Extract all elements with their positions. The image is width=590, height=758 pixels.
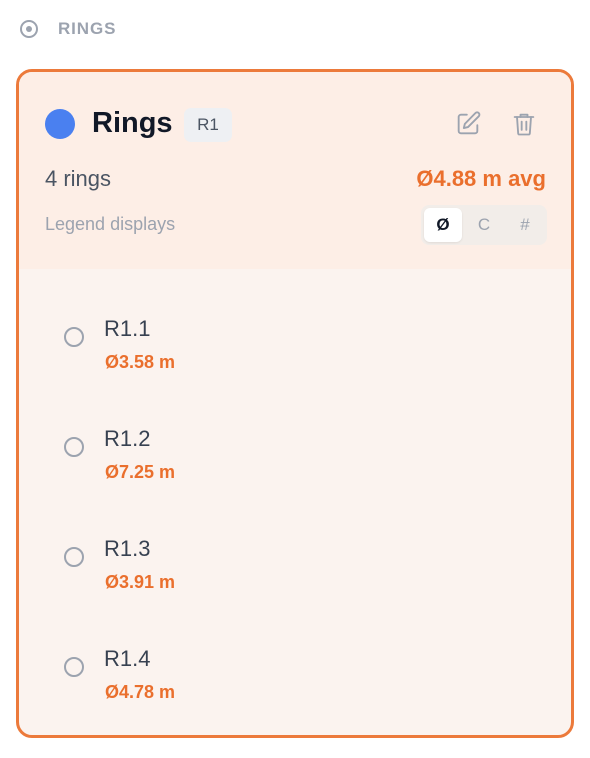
- average-diameter: Ø4.88 m avg: [416, 166, 546, 191]
- pencil-square-icon: [457, 111, 481, 135]
- ring-radio[interactable]: [64, 547, 84, 567]
- ring-radio[interactable]: [64, 327, 84, 347]
- ring-group-header: Rings R1 4 rings Ø4.88 m avg Legend disp…: [19, 72, 571, 269]
- group-name: Rings: [92, 107, 173, 139]
- group-badge: R1: [184, 108, 232, 142]
- ring-radio[interactable]: [64, 437, 84, 457]
- ring-diameter: Ø3.91 m: [105, 572, 176, 592]
- ring-diameter: Ø3.58 m: [105, 352, 176, 372]
- ring-count: 4 rings: [45, 166, 112, 191]
- ring-name: R1.2: [104, 426, 151, 451]
- delete-button[interactable]: [508, 108, 540, 140]
- group-color-dot[interactable]: [45, 109, 75, 139]
- legend-display-toggle: Ø C #: [421, 205, 547, 245]
- radio-target-icon: [20, 20, 38, 38]
- section-header: RINGS: [20, 16, 116, 42]
- radio-target-dot: [26, 26, 32, 32]
- edit-button[interactable]: [452, 108, 484, 140]
- legend-label: Legend displays: [45, 214, 176, 234]
- ring-name: R1.4: [104, 646, 151, 671]
- ring-name: R1.1: [104, 316, 151, 341]
- ring-list-item[interactable]: R1.2 Ø7.25 m: [19, 398, 571, 508]
- ring-list-item[interactable]: R1.1 Ø3.58 m: [19, 288, 571, 398]
- trash-icon: [513, 113, 535, 136]
- ring-list-item[interactable]: R1.3 Ø3.91 m: [19, 508, 571, 618]
- ring-list-item[interactable]: R1.4 Ø4.78 m: [19, 618, 571, 728]
- legend-option-number[interactable]: #: [506, 208, 544, 242]
- ring-diameter: Ø7.25 m: [105, 462, 176, 482]
- section-title: RINGS: [58, 19, 117, 38]
- legend-option-circumference[interactable]: C: [465, 208, 503, 242]
- ring-diameter: Ø4.78 m: [105, 682, 176, 702]
- legend-option-diameter[interactable]: Ø: [424, 208, 462, 242]
- ring-name: R1.3: [104, 536, 151, 561]
- ring-list: R1.1 Ø3.58 m R1.2 Ø7.25 m R1.3 Ø3.91 m R…: [19, 288, 571, 728]
- ring-radio[interactable]: [64, 657, 84, 677]
- ring-group-card[interactable]: Rings R1 4 rings Ø4.88 m avg Legend disp…: [16, 69, 574, 738]
